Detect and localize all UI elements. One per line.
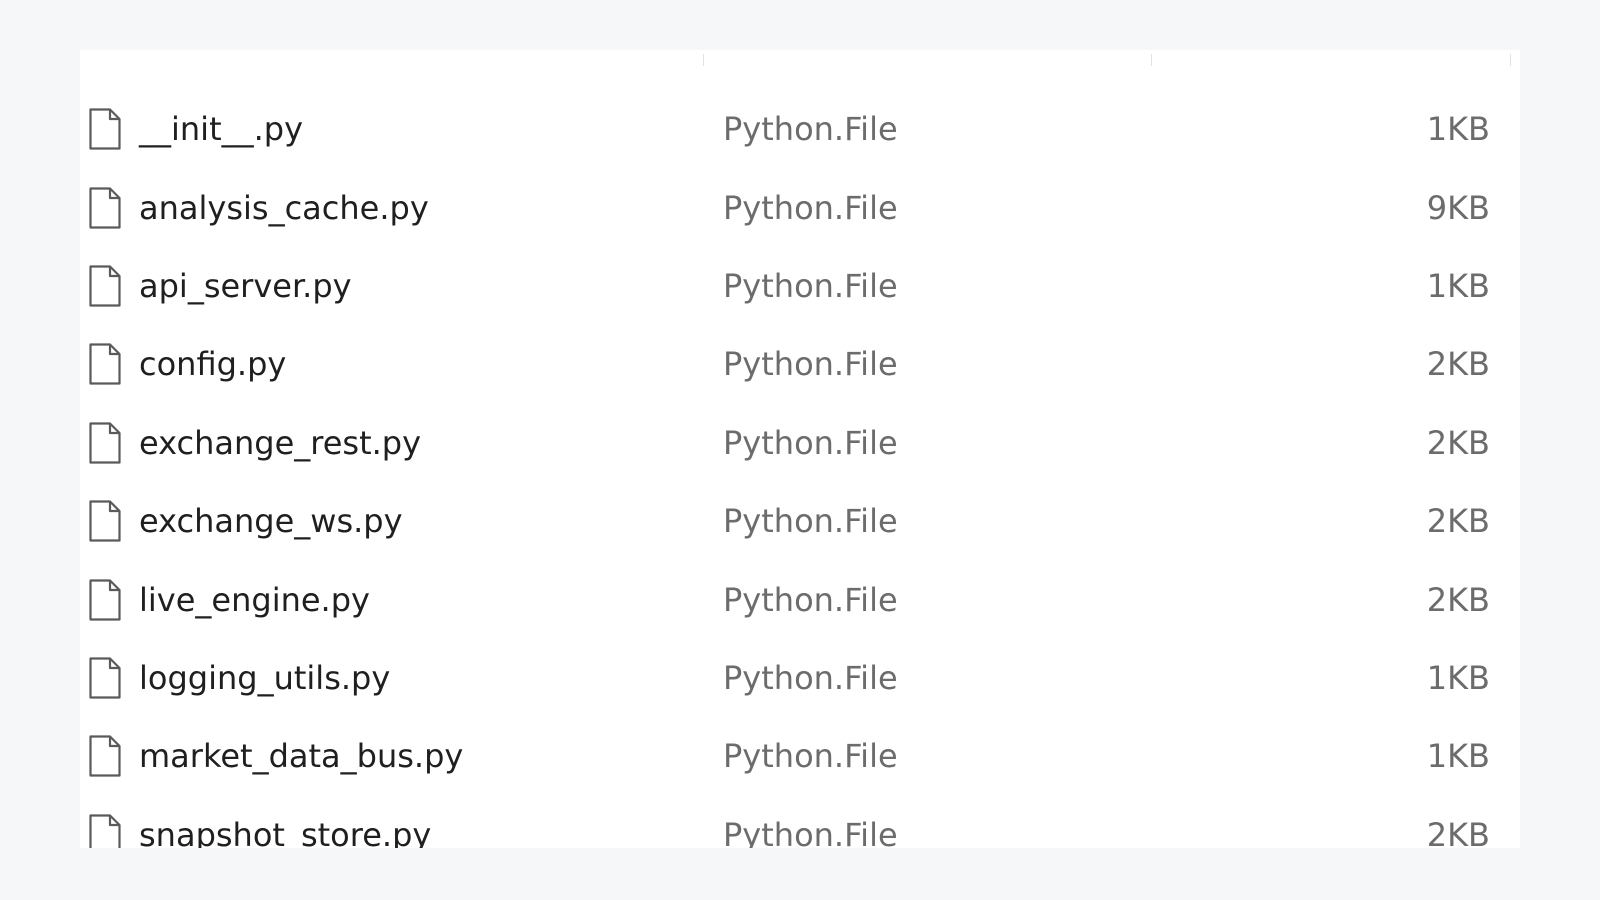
file-size: 1KB	[1426, 737, 1490, 776]
file-row[interactable]: config.py Python.File 2KB	[80, 325, 1520, 403]
document-icon	[88, 499, 122, 543]
document-icon	[88, 813, 122, 848]
document-icon	[88, 734, 122, 778]
file-row[interactable]: snapshot_store.py Python.File 2KB	[80, 796, 1520, 848]
file-size: 1KB	[1426, 110, 1490, 149]
file-size: 2KB	[1426, 423, 1490, 462]
file-name: logging_utils.py	[139, 658, 391, 697]
file-type: Python.File	[723, 658, 898, 697]
file-name: snapshot_store.py	[139, 815, 432, 848]
file-size: 2KB	[1426, 815, 1490, 848]
document-icon	[88, 656, 122, 700]
column-resize-handle-type[interactable]	[1151, 54, 1152, 66]
column-header	[80, 50, 1520, 68]
file-row[interactable]: live_engine.py Python.File 2KB	[80, 560, 1520, 638]
file-name: exchange_rest.py	[139, 423, 422, 462]
file-type: Python.File	[723, 188, 898, 227]
file-name: market_data_bus.py	[139, 737, 464, 776]
file-type: Python.File	[723, 110, 898, 149]
document-icon	[88, 107, 122, 151]
file-name: __init__.py	[139, 110, 304, 149]
file-type: Python.File	[723, 580, 898, 619]
file-name: analysis_cache.py	[139, 188, 429, 227]
document-icon	[88, 264, 122, 308]
file-type: Python.File	[723, 345, 898, 384]
column-resize-handle-size[interactable]	[1510, 54, 1511, 66]
file-row[interactable]: api_server.py Python.File 1KB	[80, 247, 1520, 325]
file-type: Python.File	[723, 266, 898, 305]
file-size: 2KB	[1426, 580, 1490, 619]
file-name: api_server.py	[139, 266, 352, 305]
file-row[interactable]: logging_utils.py Python.File 1KB	[80, 639, 1520, 717]
file-name: live_engine.py	[139, 580, 370, 619]
file-type: Python.File	[723, 502, 898, 541]
file-size: 2KB	[1426, 345, 1490, 384]
file-row[interactable]: exchange_ws.py Python.File 2KB	[80, 482, 1520, 560]
file-size: 1KB	[1426, 658, 1490, 697]
document-icon	[88, 342, 122, 386]
file-list: __init__.py Python.File 1KB analysis_cac…	[80, 90, 1520, 848]
file-row[interactable]: market_data_bus.py Python.File 1KB	[80, 717, 1520, 795]
file-row[interactable]: exchange_rest.py Python.File 2KB	[80, 404, 1520, 482]
file-row[interactable]: __init__.py Python.File 1KB	[80, 90, 1520, 168]
file-type: Python.File	[723, 815, 898, 848]
file-name: exchange_ws.py	[139, 502, 403, 541]
file-size: 9KB	[1426, 188, 1490, 227]
document-icon	[88, 578, 122, 622]
document-icon	[88, 186, 122, 230]
file-row[interactable]: analysis_cache.py Python.File 9KB	[80, 168, 1520, 246]
file-size: 1KB	[1426, 266, 1490, 305]
file-type: Python.File	[723, 737, 898, 776]
file-size: 2KB	[1426, 502, 1490, 541]
column-resize-handle-name[interactable]	[703, 54, 704, 66]
file-type: Python.File	[723, 423, 898, 462]
document-icon	[88, 421, 122, 465]
file-name: config.py	[139, 345, 287, 384]
file-list-pane: __init__.py Python.File 1KB analysis_cac…	[80, 50, 1520, 848]
